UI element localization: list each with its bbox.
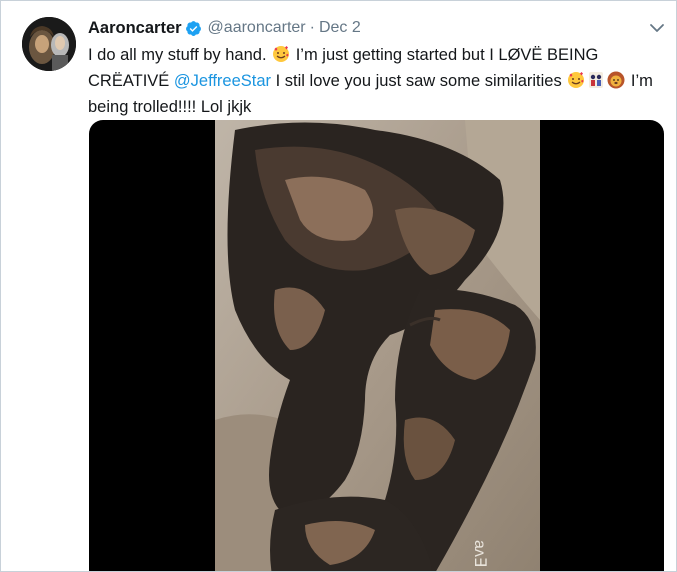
user-handle[interactable]: @aaroncarter <box>208 19 306 37</box>
smiling-face-with-hearts-icon <box>272 45 290 63</box>
avatar[interactable] <box>22 17 76 71</box>
tweet-date[interactable]: Dec 2 <box>319 19 361 37</box>
smiling-face-with-hearts-icon <box>567 71 585 89</box>
display-name[interactable]: Aaroncarter <box>88 19 182 38</box>
video-thumbnail: aʌ∃ <box>215 120 540 571</box>
video-player[interactable]: aʌ∃ <box>89 120 664 571</box>
tweet-text-segment: I do all my stuff by hand. <box>88 46 272 64</box>
tweet-header: Aaroncarter @aaroncarter · Dec 2 <box>88 17 361 39</box>
pouting-doll-icon <box>587 71 605 89</box>
mention-link[interactable]: @JeffreeStar <box>174 72 271 90</box>
chevron-down-icon[interactable] <box>649 21 665 33</box>
verified-badge-icon <box>185 20 202 37</box>
separator-dot: · <box>309 19 315 36</box>
tweet-card: Aaroncarter @aaroncarter · Dec 2 I do al… <box>0 0 677 572</box>
tweet-text: I do all my stuff by hand. I’m just gett… <box>88 42 663 120</box>
svg-text:aʌ∃: aʌ∃ <box>471 540 488 567</box>
lion-face-icon <box>607 71 625 89</box>
tweet-text-segment: I stil love you just saw some similariti… <box>271 72 567 90</box>
